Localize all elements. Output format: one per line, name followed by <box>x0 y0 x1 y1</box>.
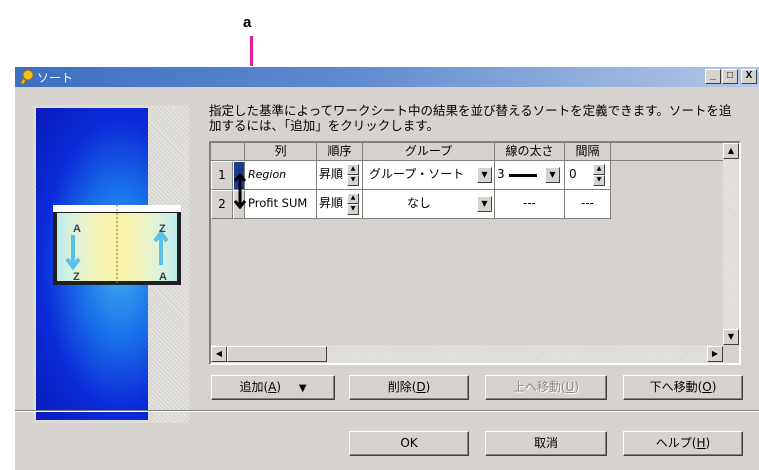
move-down-label: 下へ移動( <box>649 380 703 394</box>
drag-handle-icon[interactable] <box>233 173 247 209</box>
header-column[interactable]: 列 <box>245 143 317 161</box>
cell-spacing[interactable]: --- <box>565 190 611 219</box>
add-button[interactable]: 追加(A) ▼ <box>211 375 335 400</box>
title-bar[interactable]: ソート _ □ X <box>15 67 759 87</box>
dropdown-arrow-icon[interactable]: ▼ <box>299 383 307 394</box>
header-group[interactable]: グループ <box>363 143 495 161</box>
maximize-button[interactable]: □ <box>722 69 738 84</box>
illustration-panel: A Z Z A <box>33 105 189 423</box>
cell-order[interactable]: 昇順 ▲ ▼ <box>317 190 363 219</box>
cell-group[interactable]: なし ▼ <box>363 190 495 219</box>
description-text: 指定した基準によってワークシート中の結果を並び替えるソートを定義できます。ソート… <box>209 103 732 133</box>
spin-down-icon[interactable]: ▼ <box>347 204 359 215</box>
cell-group[interactable]: グループ・ソート ▼ <box>363 161 495 190</box>
line-sample <box>509 174 537 177</box>
order-value: 昇順 <box>319 167 344 181</box>
header-spacing[interactable]: 間隔 <box>565 143 611 161</box>
order-spinner[interactable]: ▲ ▼ <box>347 164 359 186</box>
scroll-up-icon[interactable]: ▲ <box>723 143 739 159</box>
delete-suffix: ) <box>425 380 431 394</box>
cancel-button[interactable]: 取消 <box>485 431 607 456</box>
row-number[interactable]: 1 <box>211 161 233 190</box>
spacing-value: 0 <box>569 167 577 181</box>
chevron-down-icon[interactable]: ▼ <box>477 196 492 212</box>
window-title: ソート <box>37 71 74 85</box>
spacing-spinner[interactable]: ▲ ▼ <box>593 164 605 186</box>
cell-spacing[interactable]: 0 ▲ ▼ <box>565 161 611 190</box>
chevron-down-icon[interactable]: ▼ <box>545 167 560 183</box>
chevron-down-icon[interactable]: ▼ <box>477 167 492 183</box>
spin-down-icon[interactable]: ▼ <box>347 175 359 186</box>
delete-accel: D <box>416 380 426 394</box>
grid-corner-header <box>211 143 245 161</box>
header-order[interactable]: 順序 <box>317 143 363 161</box>
close-button[interactable]: X <box>741 69 757 84</box>
illus-letter-z1: Z <box>159 223 166 235</box>
delete-button[interactable]: 削除(D) <box>349 375 469 400</box>
cell-column[interactable]: Region <box>245 161 317 190</box>
help-button[interactable]: ヘルプ(H) <box>623 431 743 456</box>
cell-line-width[interactable]: 3 ▼ <box>495 161 565 190</box>
callout-label: a <box>243 14 252 31</box>
scroll-left-icon[interactable]: ◀ <box>211 346 227 362</box>
cell-line-width[interactable]: --- <box>495 190 565 219</box>
illus-letter-z2: Z <box>73 271 80 283</box>
move-down-button[interactable]: 下へ移動(O) <box>623 375 743 400</box>
sort-dialog: ソート _ □ X A Z Z A 指定した基準によってワークシート中の結果を並… <box>14 66 759 470</box>
scroll-down-icon[interactable]: ▼ <box>723 329 739 345</box>
help-suffix: ) <box>705 436 711 450</box>
cell-column[interactable]: Profit SUM <box>245 190 317 219</box>
order-value: 昇順 <box>319 196 344 210</box>
horizontal-scroll-thumb[interactable] <box>227 346 327 362</box>
help-label: ヘルプ( <box>655 436 697 450</box>
help-accel: H <box>696 436 706 450</box>
move-up-suffix: ) <box>574 380 580 394</box>
delete-label: 削除( <box>387 380 417 394</box>
scroll-corner <box>723 345 739 363</box>
minimize-button[interactable]: _ <box>705 69 721 84</box>
add-label: 追加( <box>239 380 269 394</box>
move-down-accel: O <box>702 380 712 394</box>
header-empty <box>611 143 723 161</box>
row-number[interactable]: 2 <box>211 190 233 219</box>
move-up-button[interactable]: 上へ移動(U) <box>485 375 607 400</box>
spin-up-icon[interactable]: ▲ <box>593 164 605 175</box>
spin-down-icon[interactable]: ▼ <box>593 175 605 186</box>
header-line-width[interactable]: 線の太さ <box>495 143 565 161</box>
illus-letter-a2: A <box>159 271 167 283</box>
order-spinner[interactable]: ▲ ▼ <box>347 193 359 215</box>
spin-up-icon[interactable]: ▲ <box>347 164 359 175</box>
sort-app-icon <box>19 69 34 85</box>
group-value: グループ・ソート <box>369 167 465 181</box>
line-width-value: 3 <box>497 167 505 181</box>
separator <box>15 410 759 412</box>
move-up-label: 上へ移動( <box>512 380 566 394</box>
add-suffix: ) <box>276 380 282 394</box>
spin-up-icon[interactable]: ▲ <box>347 193 359 204</box>
scroll-right-icon[interactable]: ▶ <box>707 346 723 362</box>
group-value: なし <box>407 196 432 210</box>
move-down-suffix: ) <box>711 380 717 394</box>
vertical-scrollbar[interactable]: ▲ ▼ <box>723 143 739 345</box>
ok-button[interactable]: OK <box>349 431 469 456</box>
sort-grid: 列 順序 グループ 線の太さ 間隔 1 Region 昇順 ▲ ▼ グループ・ソー… <box>209 141 741 365</box>
cell-order[interactable]: 昇順 ▲ ▼ <box>317 161 363 190</box>
illus-letter-a1: A <box>73 223 81 235</box>
horizontal-scrollbar[interactable]: ◀ ▶ <box>211 345 723 363</box>
